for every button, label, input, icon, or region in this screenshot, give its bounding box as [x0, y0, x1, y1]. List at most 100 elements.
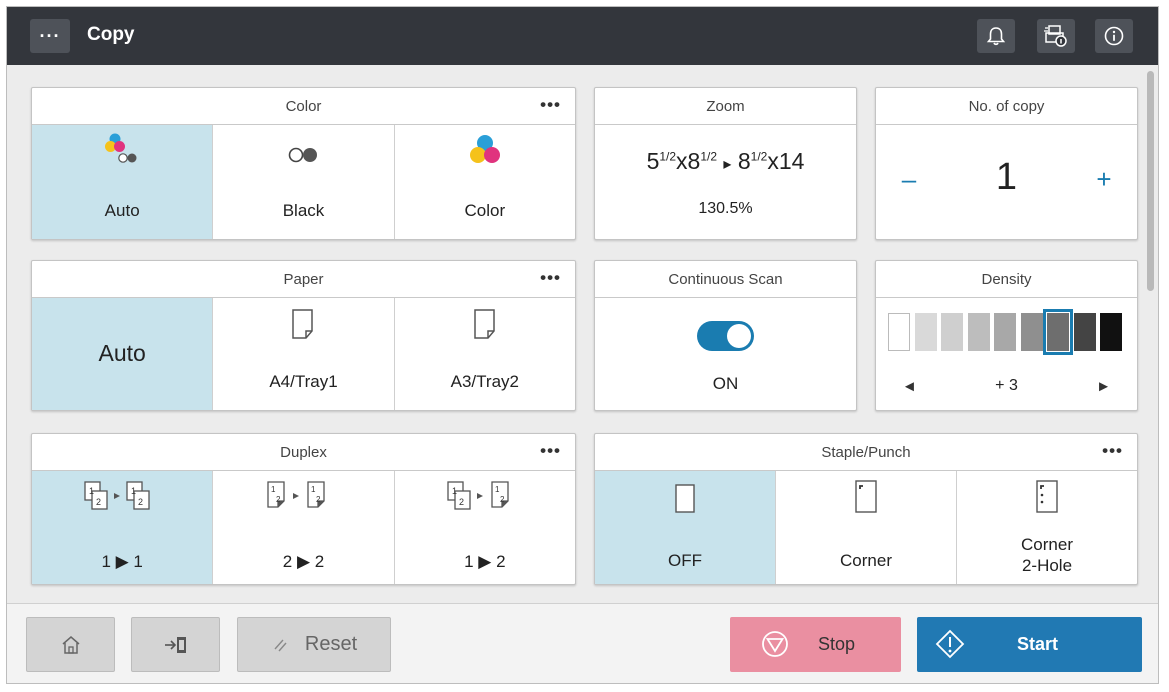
- zoom-panel-title: Zoom: [595, 88, 856, 125]
- blank-page-icon: [675, 484, 695, 513]
- duplex-option-2-to-2[interactable]: 1 2 1 2 2 ▶ 2: [212, 471, 393, 584]
- increment-copies-button[interactable]: +: [1089, 164, 1119, 195]
- density-level[interactable]: [888, 313, 910, 351]
- stop-button[interactable]: Stop: [730, 617, 901, 672]
- stop-icon: [762, 631, 788, 657]
- copies-panel-title: No. of copy: [876, 88, 1137, 125]
- home-button[interactable]: [26, 617, 115, 672]
- notification-button[interactable]: [977, 19, 1015, 53]
- simplex-to-duplex-icon: 1 2 1 2: [447, 481, 509, 510]
- stop-label: Stop: [818, 634, 856, 654]
- color-option-auto[interactable]: Auto: [32, 125, 213, 239]
- job-status-icon: [1044, 25, 1067, 47]
- continuous-scan-title: Continuous Scan: [595, 261, 856, 298]
- reset-button[interactable]: Reset: [237, 617, 391, 672]
- svg-text:1: 1: [89, 486, 94, 496]
- full-color-icon: [469, 135, 500, 163]
- menu-button[interactable]: ···: [30, 19, 70, 53]
- corner-2-hole-icon: [1036, 480, 1058, 513]
- start-label: Start: [1017, 634, 1059, 654]
- duplex-panel-title: Duplex: [32, 434, 575, 471]
- duplex-to-duplex-icon: 1 2 1 2: [267, 481, 326, 508]
- paper-more-button[interactable]: •••: [540, 261, 561, 298]
- continuous-scan-toggle[interactable]: [697, 321, 754, 351]
- staple-punch-title: Staple/Punch: [595, 434, 1137, 471]
- info-icon: [1104, 26, 1124, 46]
- bottom-bar: Reset Stop Start: [7, 603, 1158, 683]
- zoom-panel[interactable]: Zoom 51/2x81/2 ▸ 81/2x14 130.5%: [594, 87, 857, 240]
- color-option-color[interactable]: Color: [393, 125, 575, 239]
- duplex-option-1-to-2[interactable]: 1 2 1 2 1 ▶ 2: [393, 471, 575, 584]
- density-scale[interactable]: [888, 309, 1128, 355]
- duplex-option-1-1-label: 1 ▶ 1: [101, 552, 143, 571]
- black-ink-icon: [289, 147, 318, 163]
- info-button[interactable]: [1095, 19, 1133, 53]
- start-button[interactable]: Start: [917, 617, 1142, 672]
- density-level[interactable]: [1020, 313, 1043, 351]
- zoom-percent: 130.5%: [698, 200, 753, 217]
- density-level[interactable]: [1073, 313, 1096, 351]
- staple-punch-panel: Staple/Punch ••• OFF Corner Corner 2-Hol…: [594, 433, 1138, 585]
- duplex-option-2-2-label: 2 ▶ 2: [282, 552, 325, 571]
- svg-text:2: 2: [138, 497, 143, 507]
- staple-option-corner-2-hole[interactable]: Corner 2-Hole: [956, 471, 1137, 584]
- staple-more-button[interactable]: •••: [1102, 434, 1123, 471]
- toggle-knob: [727, 324, 751, 348]
- density-level[interactable]: [914, 313, 937, 351]
- color-more-button[interactable]: •••: [540, 88, 561, 125]
- density-level[interactable]: [1100, 313, 1122, 351]
- zoom-ratio: 51/2x81/2 ▸ 81/2x14: [646, 148, 805, 174]
- auto-color-icon: [105, 133, 137, 163]
- density-increase-button[interactable]: ►: [1096, 378, 1111, 395]
- continuous-scan-panel: Continuous Scan ON: [594, 260, 857, 411]
- home-icon: [62, 635, 79, 654]
- staple-option-corner[interactable]: Corner: [775, 471, 956, 584]
- density-panel-title: Density: [876, 261, 1137, 298]
- job-status-button[interactable]: [1037, 19, 1075, 53]
- paper-option-auto[interactable]: Auto: [32, 298, 213, 410]
- svg-text:2: 2: [459, 497, 464, 507]
- app-title: Copy: [87, 24, 135, 45]
- paper-option-auto-label: Auto: [98, 340, 146, 366]
- corner-staple-icon: [855, 480, 877, 513]
- simplex-to-simplex-icon: 1 2 1 2: [84, 481, 150, 510]
- paper-option-a4-label: A4/Tray1: [269, 372, 338, 391]
- staple-option-corner-2-hole-label: Corner 2-Hole: [1021, 535, 1073, 575]
- paper-panel-title: Paper: [32, 261, 575, 298]
- color-panel: Color ••• Auto Black Color: [31, 87, 576, 240]
- staple-option-off[interactable]: OFF: [595, 471, 775, 584]
- color-panel-title: Color: [32, 88, 575, 125]
- density-level[interactable]: [1043, 309, 1073, 355]
- scrollbar[interactable]: [1147, 71, 1154, 291]
- density-level[interactable]: [941, 313, 963, 351]
- reset-icon: [274, 639, 287, 651]
- color-option-color-label: Color: [464, 201, 506, 220]
- paper-option-a3-label: A3/Tray2: [450, 372, 519, 391]
- svg-text:2: 2: [96, 497, 101, 507]
- paper-option-a4-tray1[interactable]: A4/Tray1: [212, 298, 393, 410]
- staple-option-corner-label: Corner: [840, 551, 892, 570]
- header-bar: ··· Copy: [7, 7, 1158, 65]
- density-level[interactable]: [994, 313, 1016, 351]
- paper-sheet-icon: [292, 309, 314, 339]
- paper-panel: Paper ••• Auto A4/Tray1 A3/Tray2: [31, 260, 576, 411]
- logout-icon: [164, 636, 186, 653]
- svg-text:2: 2: [276, 495, 281, 504]
- duplex-more-button[interactable]: •••: [540, 434, 561, 471]
- svg-text:2: 2: [500, 495, 505, 504]
- color-option-auto-label: Auto: [104, 201, 140, 220]
- start-icon: [935, 629, 965, 659]
- access-button[interactable]: [131, 617, 220, 672]
- copies-panel: No. of copy – 1 +: [875, 87, 1138, 240]
- paper-sheet-icon: [474, 309, 495, 339]
- paper-option-a3-tray2[interactable]: A3/Tray2: [393, 298, 575, 410]
- density-panel: Density ◄ + 3 ►: [875, 260, 1138, 411]
- color-option-black-label: Black: [282, 201, 325, 220]
- density-level[interactable]: [967, 313, 990, 351]
- duplex-option-1-to-1[interactable]: 1 2 1 2 1 ▶ 1: [32, 471, 213, 584]
- svg-text:1: 1: [131, 486, 136, 496]
- color-option-black[interactable]: Black: [212, 125, 393, 239]
- bell-icon: [986, 27, 1006, 46]
- staple-option-off-label: OFF: [668, 551, 702, 570]
- reset-label: Reset: [304, 633, 358, 655]
